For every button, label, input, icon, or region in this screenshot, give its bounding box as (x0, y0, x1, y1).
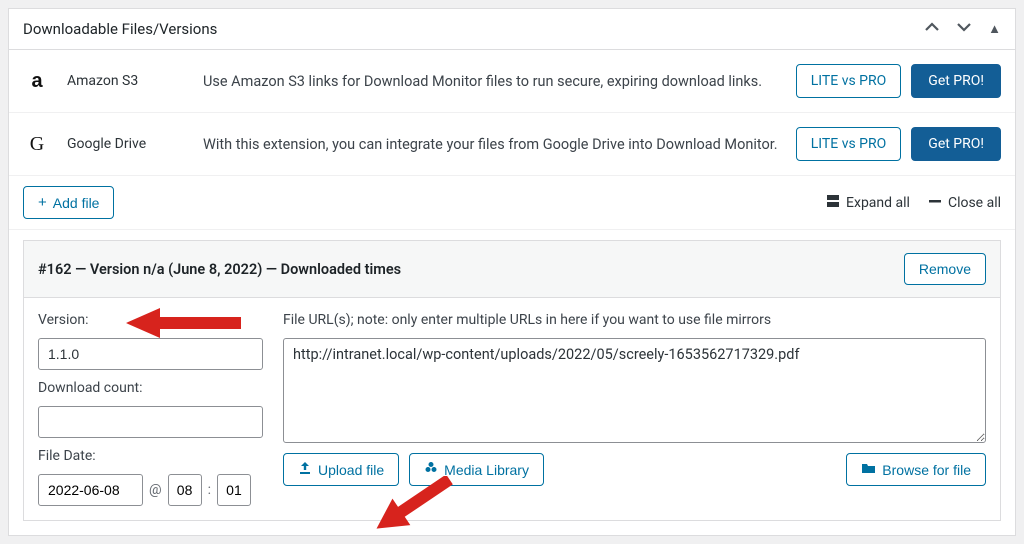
integration-name: Amazon S3 (67, 73, 187, 89)
collapse-triangle-icon[interactable]: ▲ (988, 21, 1001, 37)
browse-for-file-button[interactable]: Browse for file (846, 453, 986, 486)
panel-header-actions: ▲ (924, 19, 1001, 39)
file-url-label: File URL(s); note: only enter multiple U… (283, 312, 986, 328)
integration-name: Google Drive (67, 136, 187, 152)
download-count-label: Download count: (38, 380, 263, 396)
version-header: #162 — Version n/a (June 8, 2022) — Down… (24, 241, 1000, 298)
add-file-label: Add file (53, 195, 100, 211)
expand-icon (826, 194, 840, 212)
folder-icon (861, 461, 876, 478)
media-library-icon (424, 461, 438, 478)
get-pro-button[interactable]: Get PRO! (911, 64, 1001, 98)
remove-button[interactable]: Remove (904, 253, 986, 285)
integration-row: a Amazon S3 Use Amazon S3 links for Down… (9, 50, 1015, 113)
media-library-label: Media Library (444, 462, 529, 478)
file-minute-field[interactable] (217, 474, 251, 506)
version-field[interactable] (38, 338, 263, 370)
version-label: Version: (38, 312, 263, 328)
download-count-field[interactable] (38, 406, 263, 438)
expand-all-button[interactable]: Expand all (826, 194, 910, 212)
expand-all-label: Expand all (846, 195, 910, 211)
google-drive-icon: G (23, 133, 51, 156)
toolbar: + Add file Expand all Close all (9, 176, 1015, 230)
panel-header: Downloadable Files/Versions ▲ (9, 9, 1015, 50)
add-file-button[interactable]: + Add file (23, 186, 114, 219)
close-all-button[interactable]: Close all (928, 194, 1001, 212)
amazon-s3-icon: a (23, 70, 51, 93)
chevron-up-icon[interactable] (924, 19, 940, 39)
media-library-button[interactable]: Media Library (409, 453, 544, 486)
lite-vs-pro-button[interactable]: LITE vs PRO (796, 127, 902, 161)
file-date-field[interactable] (38, 474, 143, 506)
integration-row: G Google Drive With this extension, you … (9, 113, 1015, 176)
file-hour-field[interactable] (168, 474, 202, 506)
close-all-label: Close all (948, 195, 1001, 211)
lite-vs-pro-button[interactable]: LITE vs PRO (796, 64, 902, 98)
upload-file-button[interactable]: Upload file (283, 453, 399, 486)
upload-file-label: Upload file (318, 462, 384, 478)
version-block: #162 — Version n/a (June 8, 2022) — Down… (23, 240, 1001, 521)
downloadable-files-panel: Downloadable Files/Versions ▲ a Amazon S… (8, 8, 1016, 536)
integration-description: With this extension, you can integrate y… (203, 136, 780, 153)
browse-for-file-label: Browse for file (882, 462, 971, 478)
integration-description: Use Amazon S3 links for Download Monitor… (203, 73, 780, 90)
panel-title: Downloadable Files/Versions (23, 20, 217, 38)
upload-icon (298, 461, 312, 478)
chevron-down-icon[interactable] (956, 19, 972, 39)
file-url-field[interactable] (283, 338, 986, 443)
plus-icon: + (38, 194, 47, 211)
minus-icon (928, 194, 942, 212)
at-separator: @ (149, 482, 162, 498)
colon-separator: : (208, 482, 211, 498)
file-date-label: File Date: (38, 448, 263, 464)
get-pro-button[interactable]: Get PRO! (911, 127, 1001, 161)
version-header-title: #162 — Version n/a (June 8, 2022) — Down… (38, 261, 401, 278)
